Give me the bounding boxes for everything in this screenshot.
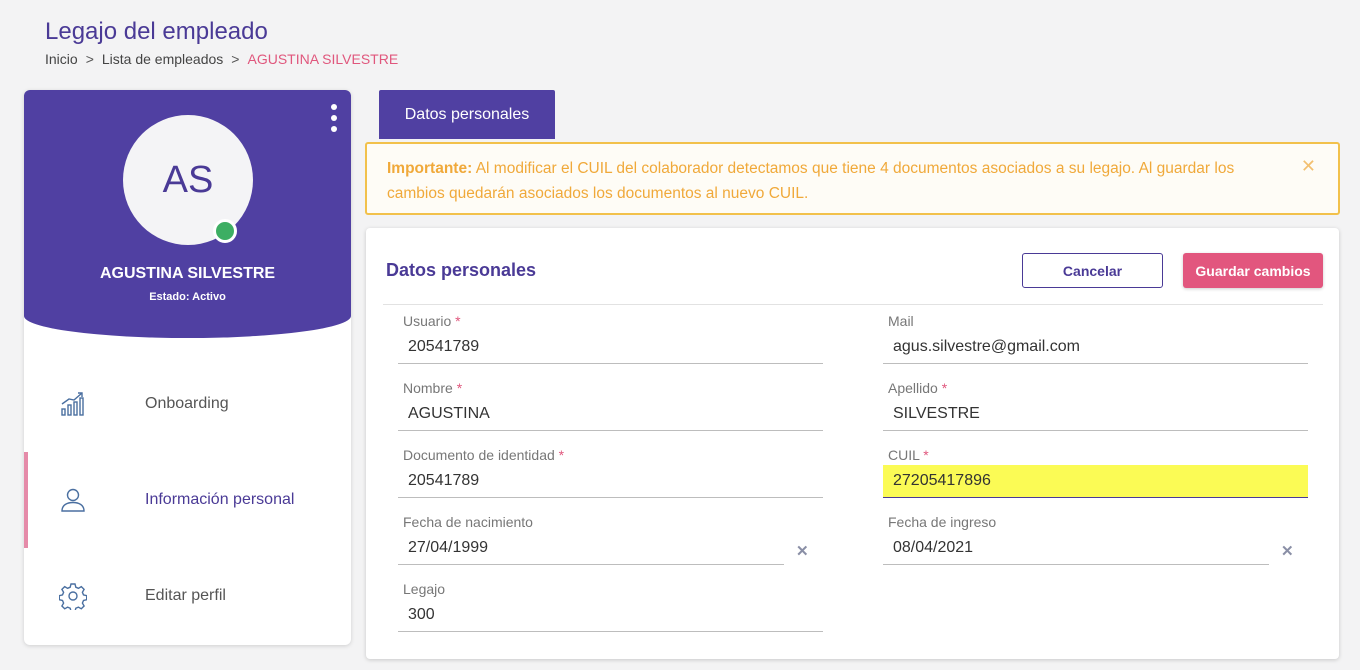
fecha-ingreso-input[interactable] — [883, 532, 1269, 565]
clear-date-icon[interactable]: ✕ — [1281, 542, 1294, 560]
alert-strong: Importante: — [387, 160, 473, 177]
clear-date-icon[interactable]: ✕ — [796, 542, 809, 560]
documento-input[interactable] — [398, 465, 823, 498]
chart-growth-icon — [61, 392, 84, 416]
apellido-field: Apellido * — [883, 380, 1308, 447]
legajo-input[interactable] — [398, 599, 823, 632]
field-label: CUIL — [888, 447, 920, 463]
warning-alert: Importante: Al modificar el CUIL del col… — [365, 142, 1340, 215]
usuario-input[interactable] — [398, 331, 823, 364]
field-label: Apellido — [888, 380, 938, 396]
breadcrumb-lista-empleados[interactable]: Lista de empleados — [102, 51, 223, 67]
legajo-field: Legajo — [398, 581, 823, 648]
user-icon — [61, 488, 85, 512]
cuil-input[interactable] — [883, 465, 1308, 498]
breadcrumb-current: AGUSTINA SILVESTRE — [247, 51, 399, 67]
personal-data-form: Datos personales Cancelar Guardar cambio… — [366, 228, 1339, 659]
profile-status: Estado: Activo — [149, 291, 226, 303]
form-title: Datos personales — [386, 260, 537, 280]
field-label: Documento de identidad — [403, 447, 555, 463]
field-label: Legajo — [403, 581, 446, 597]
fecha-nacimiento-input[interactable] — [398, 532, 784, 565]
mail-field: Mail — [883, 313, 1308, 380]
more-options-icon[interactable] — [327, 104, 341, 132]
page-title: Legajo del empleado — [45, 18, 268, 45]
nombre-input[interactable] — [398, 398, 823, 431]
divider — [383, 304, 1323, 305]
sidebar-item-editar-perfil[interactable]: Editar perfil — [24, 548, 351, 644]
apellido-input[interactable] — [883, 398, 1308, 431]
nombre-field: Nombre * — [398, 380, 823, 447]
sidebar-item-onboarding[interactable]: Onboarding — [24, 356, 351, 452]
field-label: Nombre — [403, 380, 453, 396]
profile-card: AS AGUSTINA SILVESTRE Estado: Activo Onb… — [24, 90, 351, 645]
documento-field: Documento de identidad * — [398, 447, 823, 514]
save-changes-button[interactable]: Guardar cambios — [1183, 253, 1323, 288]
status-indicator — [213, 219, 237, 243]
breadcrumb-separator: > — [231, 51, 240, 67]
profile-header: AS AGUSTINA SILVESTRE Estado: Activo — [24, 90, 351, 338]
sidebar-item-label: Editar perfil — [145, 587, 226, 604]
breadcrumb: Inicio > Lista de empleados > AGUSTINA S… — [45, 51, 398, 67]
fecha-ingreso-field: Fecha de ingreso ✕ — [883, 514, 1308, 581]
cancel-button[interactable]: Cancelar — [1022, 253, 1163, 288]
fecha-nacimiento-field: Fecha de nacimiento ✕ — [398, 514, 823, 581]
usuario-field: Usuario * — [398, 313, 823, 380]
required-asterisk: * — [923, 447, 929, 463]
field-label: Fecha de nacimiento — [403, 514, 533, 530]
breadcrumb-inicio[interactable]: Inicio — [45, 51, 78, 67]
sidebar-item-label: Información personal — [145, 491, 295, 508]
required-asterisk: * — [558, 447, 565, 463]
breadcrumb-separator: > — [85, 51, 94, 67]
sidebar-item-label: Onboarding — [145, 395, 229, 412]
sidebar-item-informacion-personal[interactable]: Información personal — [24, 452, 351, 548]
gear-icon — [59, 583, 87, 610]
tab-datos-personales[interactable]: Datos personales — [379, 90, 555, 139]
alert-message: Al modificar el CUIL del colaborador det… — [387, 160, 1235, 202]
required-asterisk: * — [455, 313, 461, 329]
field-label: Mail — [888, 313, 914, 329]
close-icon[interactable]: ✕ — [1301, 154, 1316, 179]
mail-input[interactable] — [883, 331, 1308, 364]
required-asterisk: * — [456, 380, 463, 396]
cuil-field: CUIL * — [883, 447, 1308, 514]
profile-name: AGUSTINA SILVESTRE — [99, 265, 276, 282]
field-label: Fecha de ingreso — [888, 514, 997, 530]
required-asterisk: * — [941, 380, 948, 396]
field-label: Usuario — [403, 313, 452, 329]
